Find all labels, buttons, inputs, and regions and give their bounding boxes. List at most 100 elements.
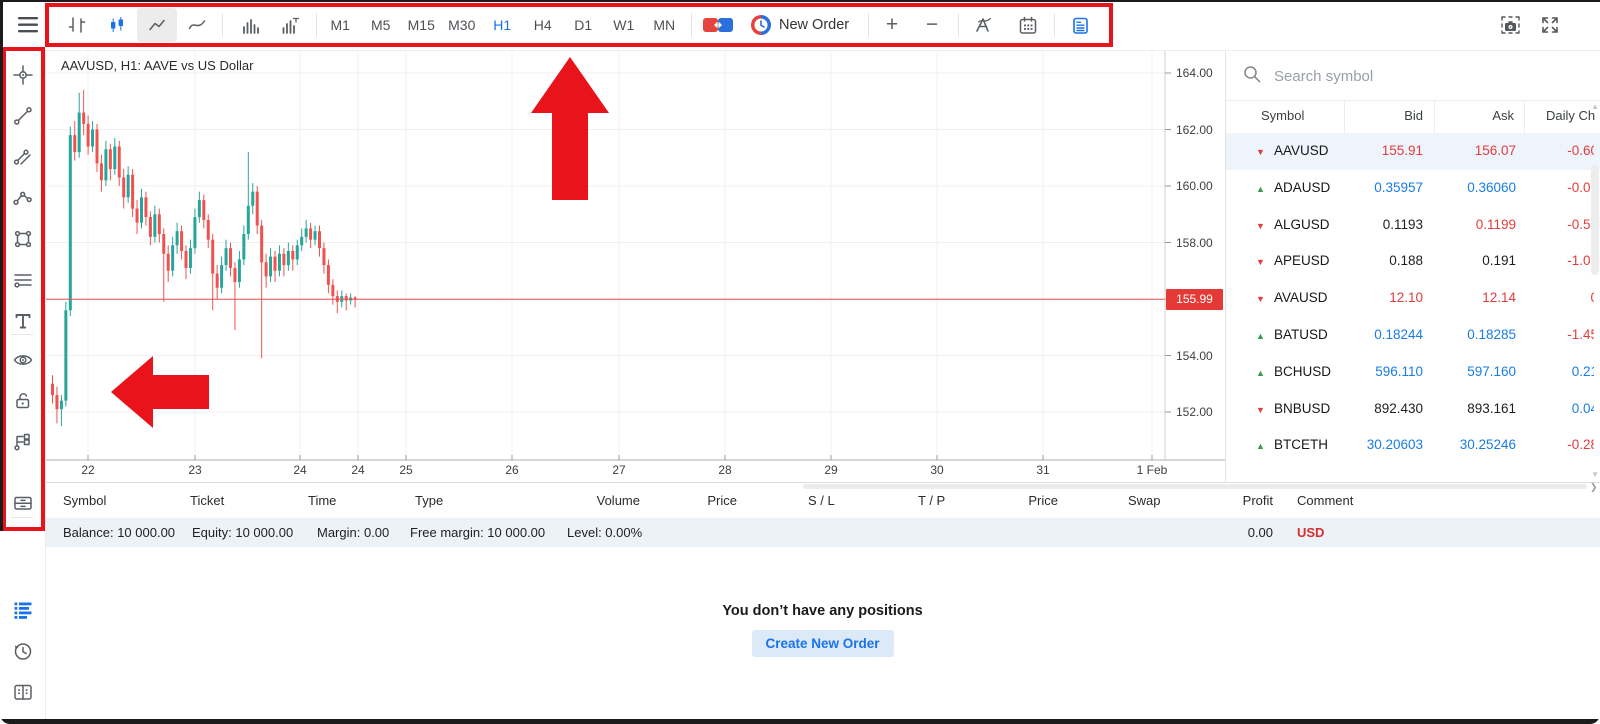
screenshot-icon[interactable]	[1490, 8, 1530, 42]
toolbar-divider	[868, 13, 869, 37]
account-profit: 0.00	[1178, 525, 1273, 540]
market-watch-row[interactable]: ▼ALGUSD0.11930.1199-0.58	[1226, 207, 1600, 244]
up-arrow-icon: ▲	[1256, 183, 1265, 195]
bar-chart-icon[interactable]	[57, 8, 97, 42]
journal-icon[interactable]	[11, 680, 35, 704]
candlestick-chart-icon[interactable]	[97, 8, 137, 42]
column-bid[interactable]: Bid	[1346, 108, 1423, 123]
line-chart-icon[interactable]	[137, 8, 177, 42]
positions-column-profit[interactable]: Profit	[1178, 493, 1273, 508]
positions-column-price[interactable]: Price	[963, 493, 1058, 508]
daily-change-value: -1.45	[1548, 327, 1594, 342]
order-clock-icon[interactable]	[748, 8, 774, 42]
positions-column-tp[interactable]: T / P	[918, 493, 945, 508]
account-balance: Balance: 10 000.00	[63, 525, 175, 540]
history-icon[interactable]	[11, 639, 35, 663]
smooth-line-chart-icon[interactable]	[177, 8, 217, 42]
daily-change-value: -0.58	[1548, 217, 1594, 232]
timeframe-m15[interactable]: M15	[401, 17, 442, 33]
account-equity: Equity: 10 000.00	[192, 525, 293, 540]
price-axis-label: 160.00	[1176, 179, 1224, 193]
polyline-icon[interactable]	[11, 186, 35, 210]
time-axis-label: 26	[505, 463, 518, 477]
time-axis-label: 24	[351, 463, 364, 477]
trade-list-icon[interactable]	[11, 598, 35, 622]
volume-icon[interactable]	[230, 8, 270, 42]
market-watch-row[interactable]: ▼AVAUSD12.1012.140	[1226, 280, 1600, 317]
trendline-icon[interactable]	[11, 104, 35, 128]
timeframe-h4[interactable]: H4	[523, 17, 564, 33]
zoom-out-icon[interactable]: −	[914, 8, 950, 42]
lock-icon[interactable]	[11, 389, 35, 413]
positions-column-time[interactable]: Time	[308, 493, 336, 508]
timeframe-w1[interactable]: W1	[604, 17, 645, 33]
ask-cell: 893.161	[1431, 401, 1516, 416]
shapes-icon[interactable]	[11, 227, 35, 251]
positions-column-swap[interactable]: Swap	[1128, 493, 1161, 508]
time-axis-label: 31	[1036, 463, 1049, 477]
down-arrow-icon: ▼	[1256, 404, 1265, 416]
visibility-icon[interactable]	[11, 348, 35, 372]
bid-cell: 892.430	[1341, 401, 1423, 416]
tick-volume-icon[interactable]	[270, 8, 310, 42]
daily-change-cell: -1.05	[1548, 253, 1594, 268]
symbol-search-row	[1226, 50, 1600, 101]
market-watch-row[interactable]: ▲BATUSD0.182440.18285-1.45	[1226, 317, 1600, 354]
column-ask[interactable]: Ask	[1438, 108, 1514, 123]
market-watch-row[interactable]: ▼APEUSD0.1880.191-1.05	[1226, 243, 1600, 280]
positions-column-price[interactable]: Price	[642, 493, 737, 508]
ask-cell: 0.36060	[1431, 180, 1516, 195]
positions-column-type[interactable]: Type	[415, 493, 443, 508]
market-watch-row[interactable]: ▲BTCETH30.2060330.25246-0.28	[1226, 427, 1600, 464]
positions-column-volume[interactable]: Volume	[545, 493, 640, 508]
market-watch-row[interactable]: ▼BNBUSD892.430893.1610.04	[1226, 391, 1600, 428]
column-symbol[interactable]: Symbol	[1261, 108, 1304, 123]
vertical-scrollbar[interactable]	[1591, 165, 1599, 275]
hamburger-menu-icon[interactable]	[14, 8, 44, 42]
column-daily-change[interactable]: Daily Ch	[1546, 108, 1595, 123]
market-watch-row[interactable]: ▲BCHUSD596.110597.1600.21	[1226, 354, 1600, 391]
scroll-up-icon[interactable]: ▲	[1591, 102, 1599, 111]
channel-icon[interactable]	[11, 145, 35, 169]
market-watch-row[interactable]: ▲ADAUSD0.359570.36060-0.06	[1226, 170, 1600, 207]
drawer-icon[interactable]	[11, 491, 35, 515]
bid-cell: 0.1193	[1341, 217, 1423, 232]
news-icon[interactable]	[1060, 8, 1100, 42]
new-order-button[interactable]: New Order	[779, 0, 849, 50]
positions-column-comment[interactable]: Comment	[1297, 493, 1353, 508]
bid-cell: 0.18244	[1341, 327, 1423, 342]
positions-column-symbol[interactable]: Symbol	[63, 493, 106, 508]
bid-cell: 596.110	[1341, 364, 1423, 379]
market-watch-row[interactable]: ▼AAVUSD155.91156.07-0.60	[1226, 133, 1600, 170]
indicators-icon[interactable]	[964, 8, 1004, 42]
positions-column-sl[interactable]: S / L	[808, 493, 835, 508]
bid-cell: 30.20603	[1341, 437, 1423, 452]
candlestick-chart[interactable]	[45, 50, 1225, 462]
candles	[51, 90, 357, 426]
down-arrow-icon: ▼	[1256, 256, 1265, 268]
timeframe-mn[interactable]: MN	[644, 17, 685, 33]
calendar-icon[interactable]	[1008, 8, 1048, 42]
zoom-in-icon[interactable]: +	[874, 8, 910, 42]
symbol-search-input[interactable]	[1272, 60, 1556, 92]
time-axis-label: 1 Feb	[1137, 463, 1168, 477]
positions-column-ticket[interactable]: Ticket	[190, 493, 224, 508]
object-tree-icon[interactable]	[11, 430, 35, 454]
fullscreen-icon[interactable]	[1530, 8, 1570, 42]
timeframe-m1[interactable]: M1	[320, 17, 361, 33]
create-new-order-button[interactable]: Create New Order	[751, 630, 893, 657]
symbol-cell: AAVUSD	[1274, 143, 1329, 158]
timeframe-m5[interactable]: M5	[361, 17, 402, 33]
crosshair-icon[interactable]	[11, 63, 35, 87]
timeframe-m30[interactable]: M30	[442, 17, 483, 33]
top-toolbar: M1M5M15M30H1H4D1W1MN New Order + −	[0, 0, 1600, 51]
timeframe-d1[interactable]: D1	[563, 17, 604, 33]
time-axis-label: 25	[399, 463, 412, 477]
daily-change-value: 0	[1548, 290, 1594, 305]
horizontal-lines-icon[interactable]	[11, 268, 35, 292]
scroll-down-icon[interactable]: ▼	[1591, 470, 1599, 479]
timeframe-h1[interactable]: H1	[482, 17, 523, 33]
buy-sell-icon[interactable]	[700, 8, 736, 42]
daily-change-value: -0.28	[1548, 437, 1594, 452]
text-icon[interactable]	[11, 309, 35, 333]
